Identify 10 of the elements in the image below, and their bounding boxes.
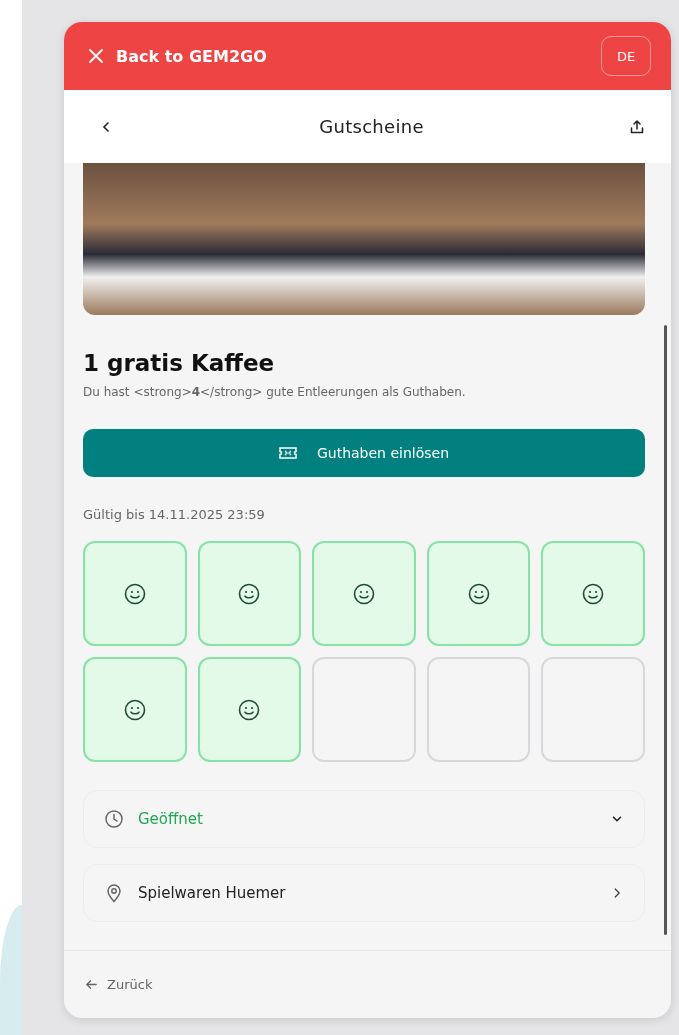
page-title: Gutscheine — [319, 116, 424, 137]
voucher-description: Du hast <strong>4</strong> gute Entleerungen als Guthaben. — [83, 385, 467, 399]
back-link[interactable]: Zurück — [84, 977, 153, 992]
opening-hours-row[interactable]: Geöffnet — [83, 790, 645, 848]
voucher-title: 1 gratis Kaffee — [83, 350, 276, 376]
location-row[interactable]: Spielwaren Huemer — [83, 864, 645, 922]
redeem-button[interactable]: Guthaben einlösen — [83, 429, 645, 477]
valid-until-text: Gültig bis 14.11.2025 23:59 — [83, 507, 266, 522]
back-to-app-link[interactable]: Back to GEM2GO — [88, 46, 267, 66]
language-button[interactable]: DE — [601, 36, 651, 76]
